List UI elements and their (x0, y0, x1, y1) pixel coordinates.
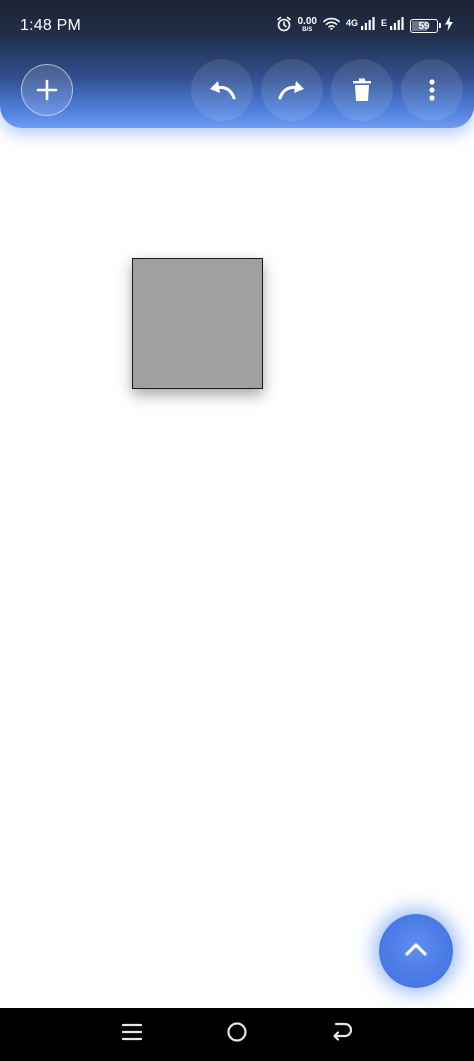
expand-up-button[interactable] (379, 914, 453, 988)
undo-icon (207, 79, 237, 101)
more-vertical-icon (429, 79, 435, 101)
redo-button[interactable] (261, 59, 323, 121)
system-navigation-bar (0, 1008, 474, 1061)
wifi-icon (323, 17, 340, 35)
more-button[interactable] (401, 59, 463, 121)
status-bar: 1:48 PM 0.00 B/S 4G E 59 (0, 0, 474, 52)
back-icon (331, 1022, 353, 1047)
alarm-icon (276, 16, 292, 37)
network-type-4g: 4G (345, 17, 358, 28)
plus-icon (36, 79, 58, 101)
net-speed-unit: B/S (302, 27, 313, 33)
signal-icon (360, 17, 375, 35)
drawing-canvas[interactable] (0, 128, 474, 1008)
nav-back-button[interactable] (322, 1015, 362, 1055)
network-type-e: E (380, 17, 387, 28)
net-speed: 0.00 B/S (297, 16, 317, 34)
signal-icon (390, 17, 404, 35)
home-circle-icon (226, 1021, 248, 1048)
status-time: 1:48 PM (20, 17, 81, 34)
trash-icon (352, 78, 372, 102)
net-speed-value: 0.00 (297, 16, 317, 27)
square-shape[interactable] (132, 258, 263, 389)
status-icons: 0.00 B/S 4G E 59 (276, 16, 455, 37)
add-button[interactable] (21, 64, 73, 116)
undo-button[interactable] (191, 59, 253, 121)
redo-icon (277, 79, 307, 101)
battery-icon: 59 (410, 19, 441, 33)
top-app-bar: 1:48 PM 0.00 B/S 4G E 59 (0, 0, 474, 128)
nav-home-button[interactable] (217, 1015, 257, 1055)
menu-icon (122, 1023, 143, 1046)
screen: 1:48 PM 0.00 B/S 4G E 59 (0, 0, 474, 1061)
charging-icon (444, 16, 454, 36)
delete-button[interactable] (331, 59, 393, 121)
nav-recents-button[interactable] (112, 1015, 152, 1055)
chevron-up-icon (404, 941, 428, 962)
battery-level: 59 (418, 20, 430, 32)
